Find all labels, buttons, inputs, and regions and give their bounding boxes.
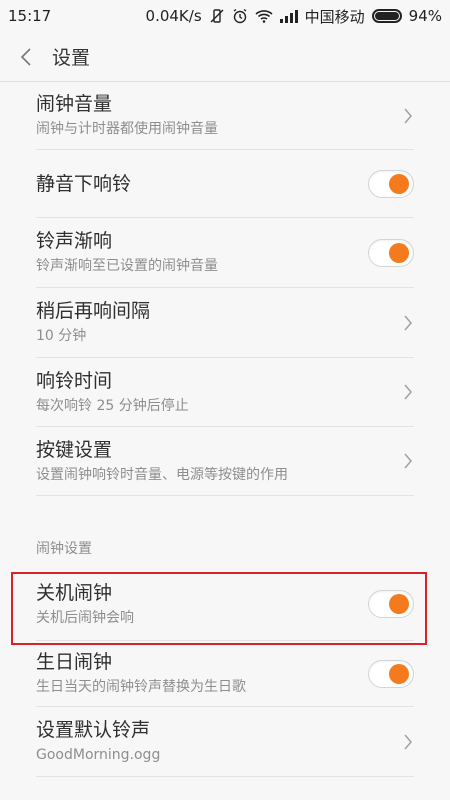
toggle-knob	[389, 173, 409, 194]
setting-title: 闹钟音量	[36, 93, 113, 115]
setting-subtitle: 设置闹钟响铃时音量、电源等按键的作用	[36, 466, 288, 483]
battery-icon	[371, 9, 402, 23]
setting-title: 关机闹钟	[36, 581, 113, 604]
setting-alarm-volume[interactable]: 闹钟音量 闹钟与计时器都使用闹钟音量	[36, 82, 414, 150]
setting-title: 设置默认铃声	[36, 719, 151, 741]
setting-title: 按键设置	[36, 438, 113, 461]
back-button[interactable]	[8, 32, 44, 82]
setting-button-actions[interactable]: 按键设置 设置闹钟响铃时音量、电源等按键的作用	[36, 427, 414, 496]
setting-subtitle: 闹钟与计时器都使用闹钟音量	[36, 121, 218, 137]
chevron-right-icon	[402, 313, 414, 333]
setting-fade-in[interactable]: 铃声渐响 铃声渐响至已设置的闹钟音量	[36, 218, 414, 288]
fade-in-toggle[interactable]	[368, 238, 414, 267]
setting-silent-ring[interactable]: 静音下响铃	[36, 150, 414, 218]
wifi-icon	[255, 9, 273, 23]
setting-default-ringtone[interactable]: 设置默认铃声 GoodMorning.ogg	[36, 707, 414, 777]
setting-subtitle: 生日当天的闹钟铃声替换为生日歌	[36, 679, 246, 695]
toggle-knob	[389, 242, 409, 263]
silent-ring-toggle[interactable]	[368, 169, 414, 198]
setting-subtitle: 每次响铃 25 分钟后停止	[36, 397, 189, 414]
chevron-left-icon	[20, 47, 31, 66]
setting-title: 生日闹钟	[36, 651, 113, 673]
setting-birthday-alarm[interactable]: 生日闹钟 生日当天的闹钟铃声替换为生日歌	[36, 641, 414, 707]
setting-title: 稍后再响间隔	[36, 300, 151, 322]
chevron-right-icon	[402, 382, 414, 402]
setting-title: 铃声渐响	[36, 230, 113, 252]
alarm-clock-icon	[232, 8, 248, 24]
chevron-right-icon	[402, 106, 414, 126]
setting-snooze-interval[interactable]: 稍后再响间隔 10 分钟	[36, 288, 414, 358]
page-title: 设置	[52, 47, 91, 69]
poweroff-alarm-toggle[interactable]	[368, 590, 414, 618]
toggle-knob	[389, 594, 409, 614]
section-label: 闹钟设置	[36, 541, 92, 557]
chevron-right-icon	[402, 451, 414, 471]
header: 设置	[0, 32, 450, 82]
battery-percent: 94%	[408, 7, 442, 25]
birthday-alarm-toggle[interactable]	[368, 659, 414, 688]
setting-subtitle: 铃声渐响至已设置的闹钟音量	[36, 258, 218, 274]
setting-ring-duration[interactable]: 响铃时间 每次响铃 25 分钟后停止	[36, 358, 414, 427]
setting-title: 静音下响铃	[36, 172, 132, 195]
status-time: 15:17	[8, 7, 52, 25]
signal-icon	[279, 9, 298, 23]
toggle-knob	[389, 663, 409, 684]
setting-subtitle: 关机后闹钟会响	[36, 609, 134, 626]
status-icons: 0.04K/s 中国移动 94%	[146, 6, 442, 27]
vibrate-off-icon	[209, 8, 225, 24]
setting-title: 响铃时间	[36, 369, 113, 392]
settings-list: 闹钟音量 闹钟与计时器都使用闹钟音量 静音下响铃 铃声渐响 铃声渐响至已设置的闹…	[0, 82, 450, 777]
setting-subtitle: GoodMorning.ogg	[36, 747, 161, 763]
status-bar: 15:17 0.04K/s 中国移动 94%	[0, 0, 450, 32]
chevron-right-icon	[402, 732, 414, 752]
setting-subtitle: 10 分钟	[36, 328, 87, 344]
setting-poweroff-alarm[interactable]: 关机闹钟 关机后闹钟会响	[36, 568, 414, 641]
carrier-name: 中国移动	[304, 7, 365, 26]
network-speed: 0.04K/s	[145, 7, 202, 25]
